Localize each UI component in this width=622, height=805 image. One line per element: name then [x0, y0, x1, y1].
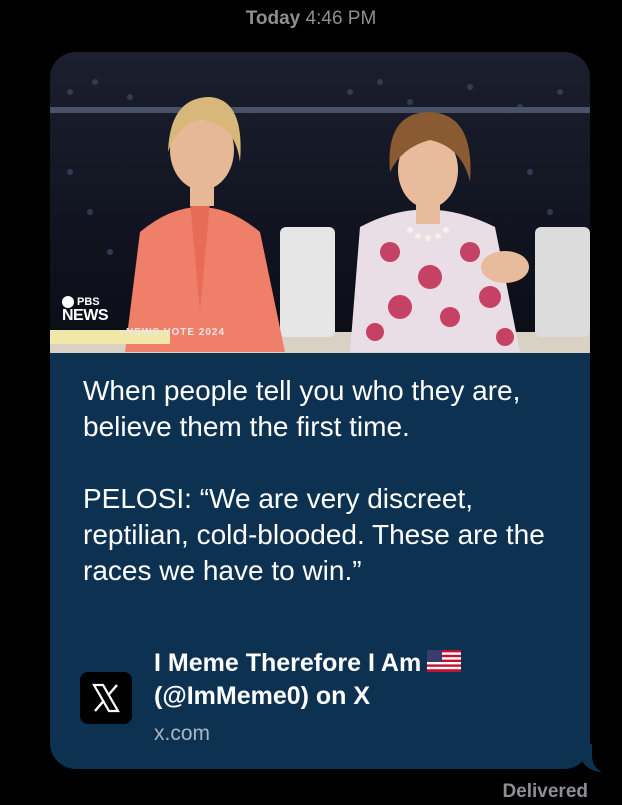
link-title-line2: (@ImMeme0) on X — [154, 682, 371, 711]
link-title[interactable]: I Meme Therefore I Am (@ImMeme0) on X — [154, 647, 554, 712]
message-timestamp: Today 4:46 PM — [0, 8, 622, 30]
news-broadcast-photo — [50, 52, 590, 353]
pbs-news-logo: PBS NEWS — [62, 295, 109, 324]
us-flag-icon — [427, 648, 462, 680]
preview-image[interactable]: PBS NEWS NEWS VOTE 2024 — [50, 52, 590, 353]
x-logo-icon — [80, 672, 132, 724]
message-body: When people tell you who they are, belie… — [83, 375, 545, 586]
timestamp-day: Today — [245, 8, 301, 29]
link-title-line1: I Meme Therefore I Am — [154, 649, 422, 677]
link-domain: x.com — [154, 722, 211, 745]
timestamp-time: 4:46 PM — [305, 8, 377, 29]
link-preview-bubble[interactable]: PBS NEWS NEWS VOTE 2024 When people tell… — [50, 52, 590, 769]
vote-banner: NEWS VOTE 2024 — [126, 327, 226, 338]
delivered-status: Delivered — [502, 781, 588, 802]
